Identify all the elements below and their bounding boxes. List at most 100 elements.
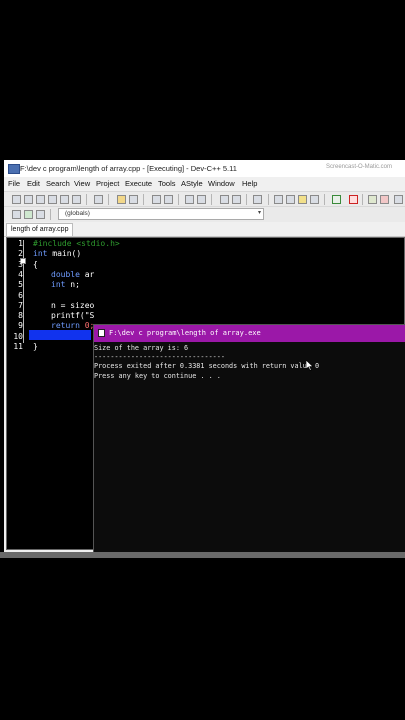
toolbar-separator [143, 194, 144, 205]
console-title: F:\dev c program\length of array.exe [109, 329, 261, 337]
save-all-icon[interactable] [48, 195, 57, 204]
code-line-7: n = sizeo [51, 300, 95, 310]
menu-astyle[interactable]: AStyle [181, 179, 203, 188]
debug-icon[interactable] [380, 195, 389, 204]
fold-gutter [23, 240, 24, 343]
layout-window-icon[interactable] [286, 195, 295, 204]
line-number: 9 [18, 321, 23, 331]
code-line-2: int main() [33, 249, 81, 258]
open-file-icon[interactable] [24, 195, 33, 204]
code-line-4: double ar [51, 270, 94, 279]
console-icon [98, 329, 105, 337]
more-icon[interactable] [394, 195, 403, 204]
code-line-3: { [33, 259, 38, 269]
menu-project[interactable]: Project [96, 179, 119, 188]
toggle-comment-icon[interactable] [253, 195, 262, 204]
watermark: Screencast-O-Matic.com [326, 164, 393, 170]
code-keyword: double [51, 269, 80, 279]
chevron-down-icon: ▾ [257, 210, 261, 216]
code-line-9: return 0; [51, 321, 94, 330]
line-number: 6 [18, 290, 23, 300]
menu-window[interactable]: Window [208, 179, 235, 188]
mouse-cursor-icon [306, 360, 314, 371]
console-title-bar[interactable]: F:\dev c program\length of array.exe [94, 325, 405, 342]
print-icon[interactable] [94, 195, 103, 204]
code-keyword: int [51, 280, 66, 290]
line-number: 11 [13, 342, 23, 351]
console-line: Press any key to continue . . . [94, 371, 221, 380]
close-all-icon[interactable] [72, 195, 81, 204]
close-file-icon[interactable] [60, 195, 69, 204]
window-title: F:\dev c program\length of array.cpp - [… [20, 164, 237, 173]
toolbar-separator [268, 194, 269, 205]
insert-icon[interactable] [24, 210, 33, 219]
app-icon [8, 164, 20, 174]
layout-tiles-icon[interactable] [310, 195, 319, 204]
code-text: ar [79, 269, 95, 279]
unindent-icon[interactable] [197, 195, 206, 204]
class-browser-icon[interactable] [12, 210, 21, 219]
line-number: 4 [18, 269, 23, 279]
tab-length-of-array[interactable]: length of array.cpp [6, 223, 74, 236]
editor-tab-bar: length of array.cpp [4, 222, 405, 237]
menu-file[interactable]: File [8, 179, 20, 188]
goto-icon[interactable] [220, 195, 229, 204]
line-number: 5 [18, 280, 23, 290]
console-output: Size of the array is: 6 -----------------… [94, 344, 319, 381]
code-keyword: int [33, 249, 48, 259]
save-icon[interactable] [36, 195, 45, 204]
undo-icon[interactable] [117, 195, 126, 204]
line-number: 8 [18, 311, 23, 321]
main-toolbar [4, 191, 405, 207]
toggle-icon[interactable] [36, 210, 45, 219]
code-text: main() [47, 249, 82, 259]
code-line-11: } [33, 342, 38, 351]
bookmark-icon[interactable] [232, 195, 241, 204]
indent-icon[interactable] [185, 195, 194, 204]
current-line-highlight [29, 330, 91, 340]
toolbar-separator [86, 194, 87, 205]
code-line-5: int n; [51, 280, 80, 289]
scope-dropdown[interactable]: (globals) ▾ [58, 208, 264, 220]
menu-search[interactable]: Search [46, 179, 70, 188]
line-number: 3 [18, 259, 23, 269]
layout-grid-icon[interactable] [274, 195, 283, 204]
console-window[interactable]: F:\dev c program\length of array.exe Siz… [93, 324, 405, 552]
code-line-1: #include <stdio.h> [33, 239, 120, 248]
code-editor[interactable]: 1 2 3 4 5 6 7 8 9 10 11 #include <stdio.… [6, 237, 405, 552]
console-line: Size of the array is: 6 [94, 344, 189, 352]
menu-help[interactable]: Help [242, 179, 257, 188]
layout-panel-icon[interactable] [298, 195, 307, 204]
redo-icon[interactable] [129, 195, 138, 204]
check-icon[interactable] [332, 195, 341, 204]
chart-icon[interactable] [368, 195, 377, 204]
menu-bar: File Edit Search View Project Execute To… [4, 177, 405, 191]
menu-execute[interactable]: Execute [125, 179, 152, 188]
code-keyword: return [51, 321, 80, 331]
scope-value: (globals) [65, 210, 90, 217]
console-line: -------------------------------- [94, 353, 225, 362]
toolbar-separator [246, 194, 247, 205]
line-number: 10 [13, 331, 23, 341]
taskbar-strip [0, 552, 405, 558]
toolbar-separator [108, 194, 109, 205]
find-icon[interactable] [152, 195, 161, 204]
line-number: 1 [18, 239, 23, 248]
menu-edit[interactable]: Edit [27, 179, 40, 188]
replace-icon[interactable] [164, 195, 173, 204]
menu-tools[interactable]: Tools [158, 179, 176, 188]
new-file-icon[interactable] [12, 195, 21, 204]
console-line: Process exited after 0.3381 seconds with… [94, 362, 320, 371]
stop-icon[interactable] [349, 195, 358, 204]
menu-view[interactable]: View [74, 179, 90, 188]
line-number: 2 [18, 249, 23, 259]
code-line-8: printf("S [51, 311, 95, 321]
toolbar-separator [50, 209, 51, 220]
toolbar-separator [178, 194, 179, 205]
devcpp-window: F:\dev c program\length of array.cpp - [… [4, 160, 405, 552]
line-number: 7 [18, 300, 23, 310]
toolbar-separator [211, 194, 212, 205]
toolbar-separator [324, 194, 325, 205]
code-text: n; [65, 280, 80, 290]
title-bar: F:\dev c program\length of array.cpp - [… [4, 160, 405, 177]
